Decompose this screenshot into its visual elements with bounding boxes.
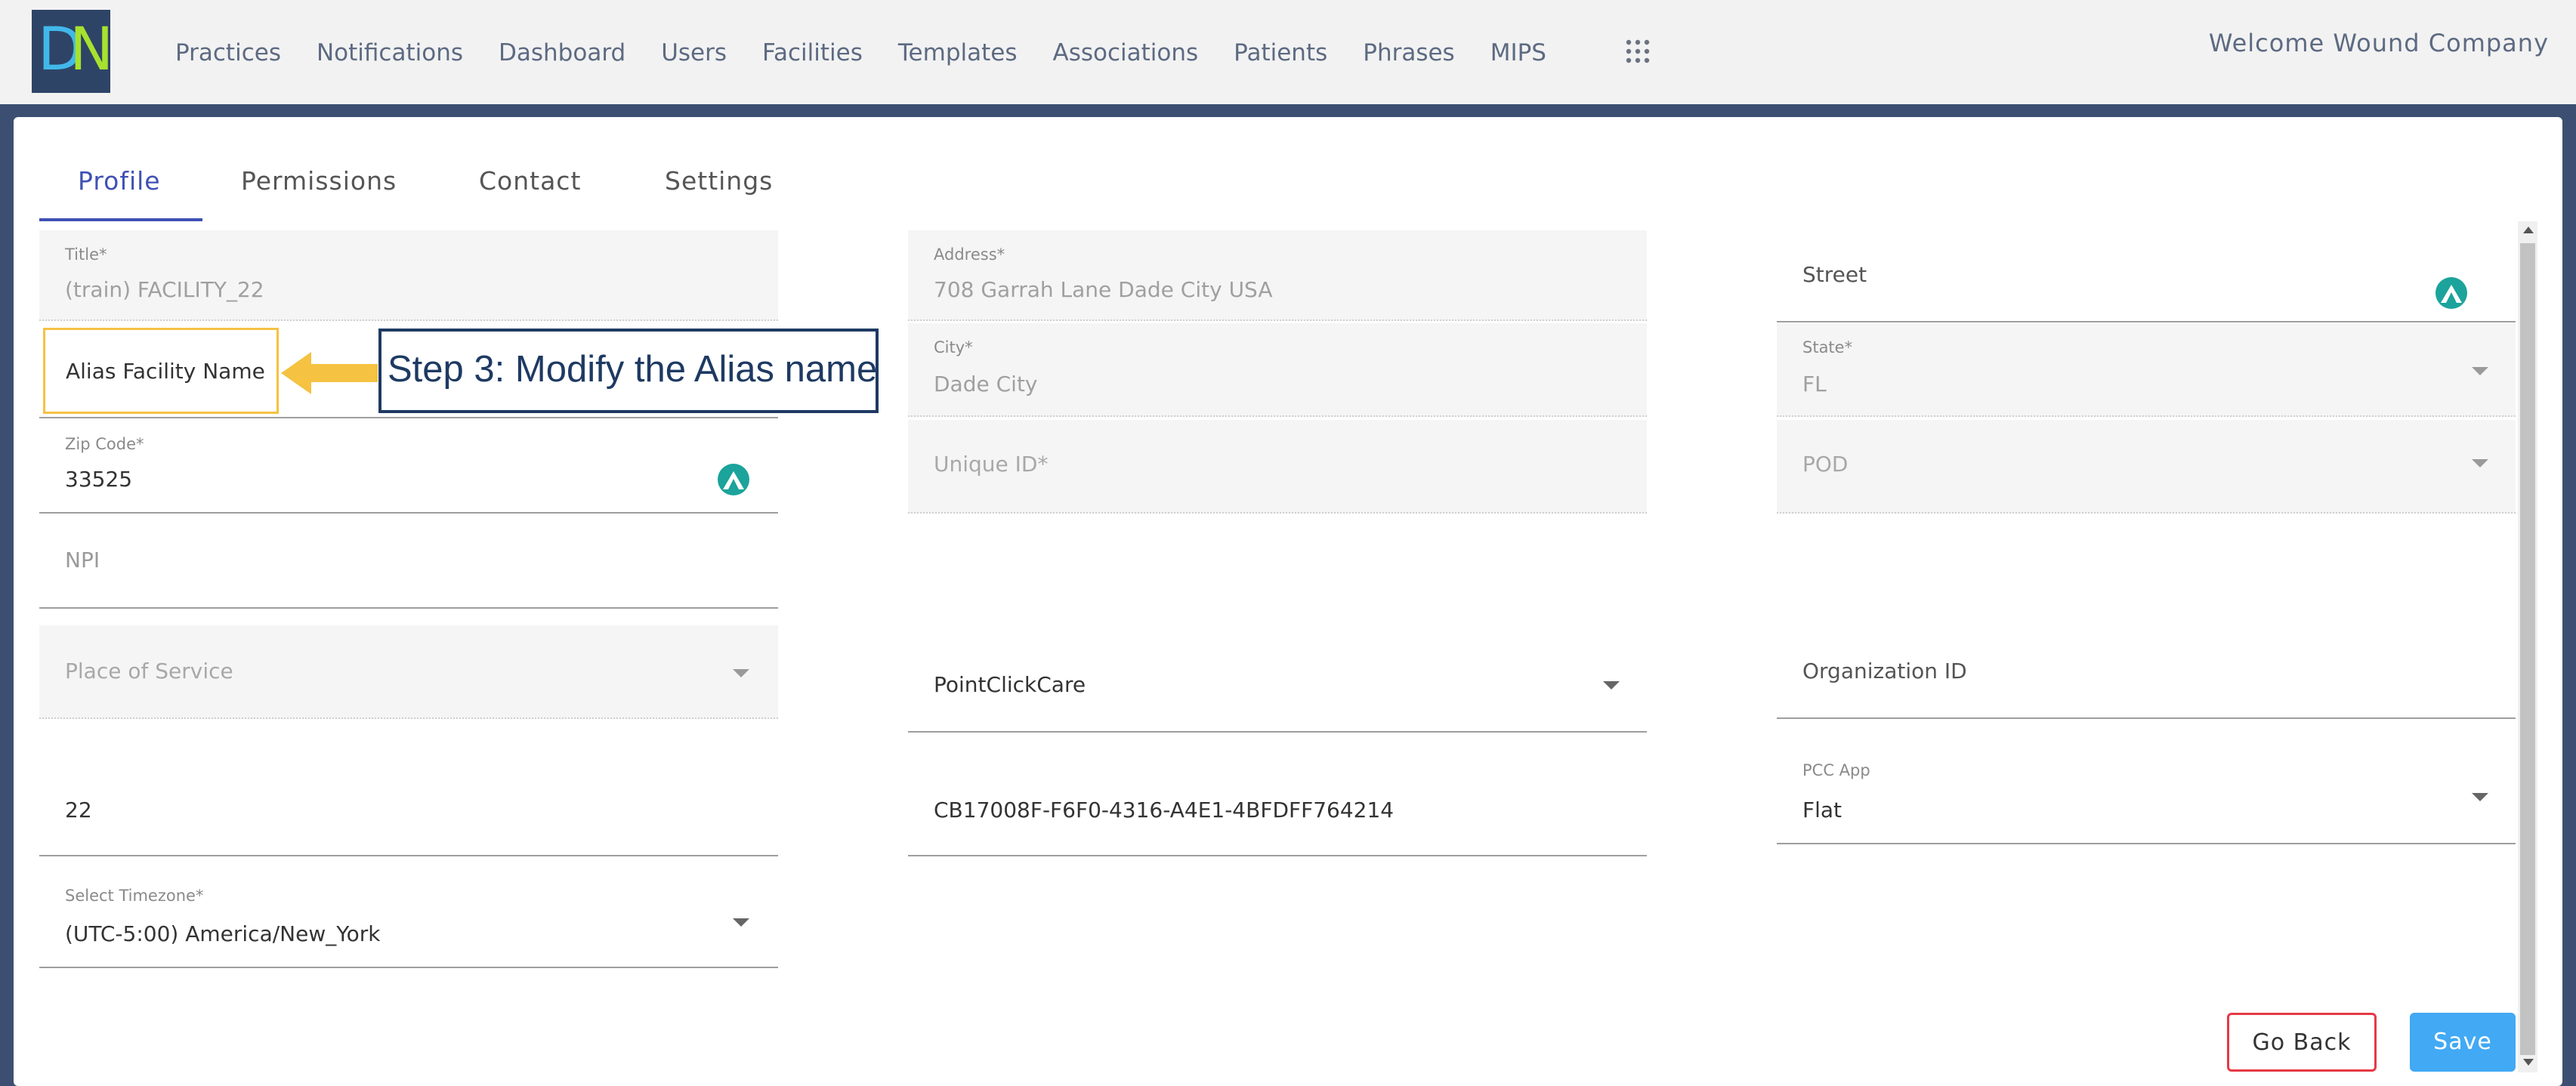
- pos-code-value: 22: [65, 798, 92, 822]
- timezone-label: Select Timezone*: [65, 887, 204, 905]
- tab-contact[interactable]: Contact: [479, 166, 581, 196]
- nav-users[interactable]: Users: [661, 39, 727, 66]
- save-button[interactable]: Save: [2410, 1013, 2516, 1072]
- state-value: FL: [1802, 372, 1827, 396]
- nav-templates[interactable]: Templates: [898, 39, 1018, 66]
- ehr-select[interactable]: PointClickCare: [908, 639, 1647, 733]
- pod-select[interactable]: POD: [1777, 420, 2516, 514]
- timezone-value: (UTC-5:00) America/New_York: [65, 921, 381, 946]
- city-field[interactable]: City* Dade City: [908, 323, 1647, 417]
- npi-field[interactable]: NPI: [39, 515, 778, 609]
- address-label: Address*: [934, 245, 1005, 264]
- street-placeholder: Street: [1802, 262, 1867, 287]
- state-select[interactable]: State* FL: [1777, 323, 2516, 417]
- scroll-down-icon[interactable]: [2523, 1059, 2534, 1066]
- scroll-up-icon[interactable]: [2523, 227, 2534, 233]
- chevron-down-icon: [733, 669, 749, 677]
- street-field[interactable]: Street: [1777, 230, 2516, 322]
- logo-letter-n: N: [69, 16, 114, 84]
- chevron-down-icon: [2472, 459, 2488, 467]
- facility-guid-value: CB17008F-F6F0-4316-A4E1-4BFDFF764214: [934, 798, 1395, 822]
- active-tab-indicator: [39, 218, 202, 221]
- tab-settings[interactable]: Settings: [665, 166, 773, 196]
- organization-id-field[interactable]: Organization ID: [1777, 625, 2516, 719]
- chevron-down-icon: [733, 918, 749, 927]
- scrollbar-thumb[interactable]: [2520, 243, 2535, 1055]
- tab-permissions[interactable]: Permissions: [241, 166, 397, 196]
- zip-field[interactable]: Zip Code* 33525: [39, 420, 778, 514]
- tab-profile[interactable]: Profile: [78, 166, 161, 196]
- main-nav: Practices Notifications Dashboard Users …: [175, 36, 1582, 69]
- unique-id-field[interactable]: Unique ID*: [908, 420, 1647, 514]
- alias-highlight-box[interactable]: Alias Facility Name: [43, 328, 279, 414]
- city-label: City*: [934, 338, 973, 356]
- facility-guid-field[interactable]: CB17008F-F6F0-4316-A4E1-4BFDFF764214: [908, 746, 1647, 856]
- top-bar: D N Practices Notifications Dashboard Us…: [0, 0, 2576, 104]
- app-logo[interactable]: D N: [32, 10, 114, 93]
- nav-patients[interactable]: Patients: [1234, 39, 1327, 66]
- chevron-down-icon: [2472, 367, 2488, 375]
- pos-code-field[interactable]: 22: [39, 746, 778, 856]
- zip-value: 33525: [65, 467, 133, 492]
- location-marker-icon: [718, 464, 749, 495]
- title-value: (train) FACILITY_22: [65, 277, 264, 302]
- nav-mips[interactable]: MIPS: [1490, 39, 1546, 66]
- unique-id-placeholder: Unique ID*: [934, 452, 1049, 477]
- go-back-button[interactable]: Go Back: [2227, 1013, 2377, 1072]
- pcc-app-label: PCC App: [1802, 761, 1870, 779]
- chevron-down-icon: [1603, 681, 1620, 690]
- alias-value: Alias Facility Name: [66, 359, 265, 384]
- place-of-service-select[interactable]: Place of Service: [39, 625, 778, 719]
- nav-notifications[interactable]: Notifications: [317, 39, 463, 66]
- npi-placeholder: NPI: [65, 548, 100, 572]
- location-marker-icon: [2435, 277, 2467, 309]
- address-field[interactable]: Address* 708 Garrah Lane Dade City USA: [908, 230, 1647, 321]
- nav-practices[interactable]: Practices: [175, 39, 281, 66]
- step-callout: Step 3: Modify the Alias name: [378, 329, 879, 413]
- pcc-app-select[interactable]: PCC App Flat: [1777, 746, 2516, 844]
- nav-phrases[interactable]: Phrases: [1363, 39, 1454, 66]
- left-arrow-icon: [281, 352, 378, 394]
- title-label: Title*: [65, 245, 107, 264]
- ehr-value: PointClickCare: [934, 672, 1086, 697]
- address-value: 708 Garrah Lane Dade City USA: [934, 277, 1273, 302]
- step-callout-text: Step 3: Modify the Alias name: [388, 349, 878, 390]
- place-of-service-placeholder: Place of Service: [65, 659, 233, 683]
- state-label: State*: [1802, 338, 1853, 356]
- nav-facilities[interactable]: Facilities: [762, 39, 863, 66]
- pod-placeholder: POD: [1802, 452, 1849, 477]
- timezone-select[interactable]: Select Timezone* (UTC-5:00) America/New_…: [39, 872, 778, 968]
- organization-id-placeholder: Organization ID: [1802, 659, 1967, 683]
- nav-associations[interactable]: Associations: [1052, 39, 1198, 66]
- city-value: Dade City: [934, 372, 1038, 396]
- pcc-app-value: Flat: [1802, 798, 1842, 822]
- grid-dots-icon[interactable]: [1624, 38, 1651, 65]
- nav-dashboard[interactable]: Dashboard: [499, 39, 625, 66]
- zip-label: Zip Code*: [65, 435, 144, 453]
- title-field[interactable]: Title* (train) FACILITY_22: [39, 230, 778, 321]
- chevron-down-icon: [2472, 793, 2488, 801]
- welcome-text: Welcome Wound Company: [2208, 29, 2549, 57]
